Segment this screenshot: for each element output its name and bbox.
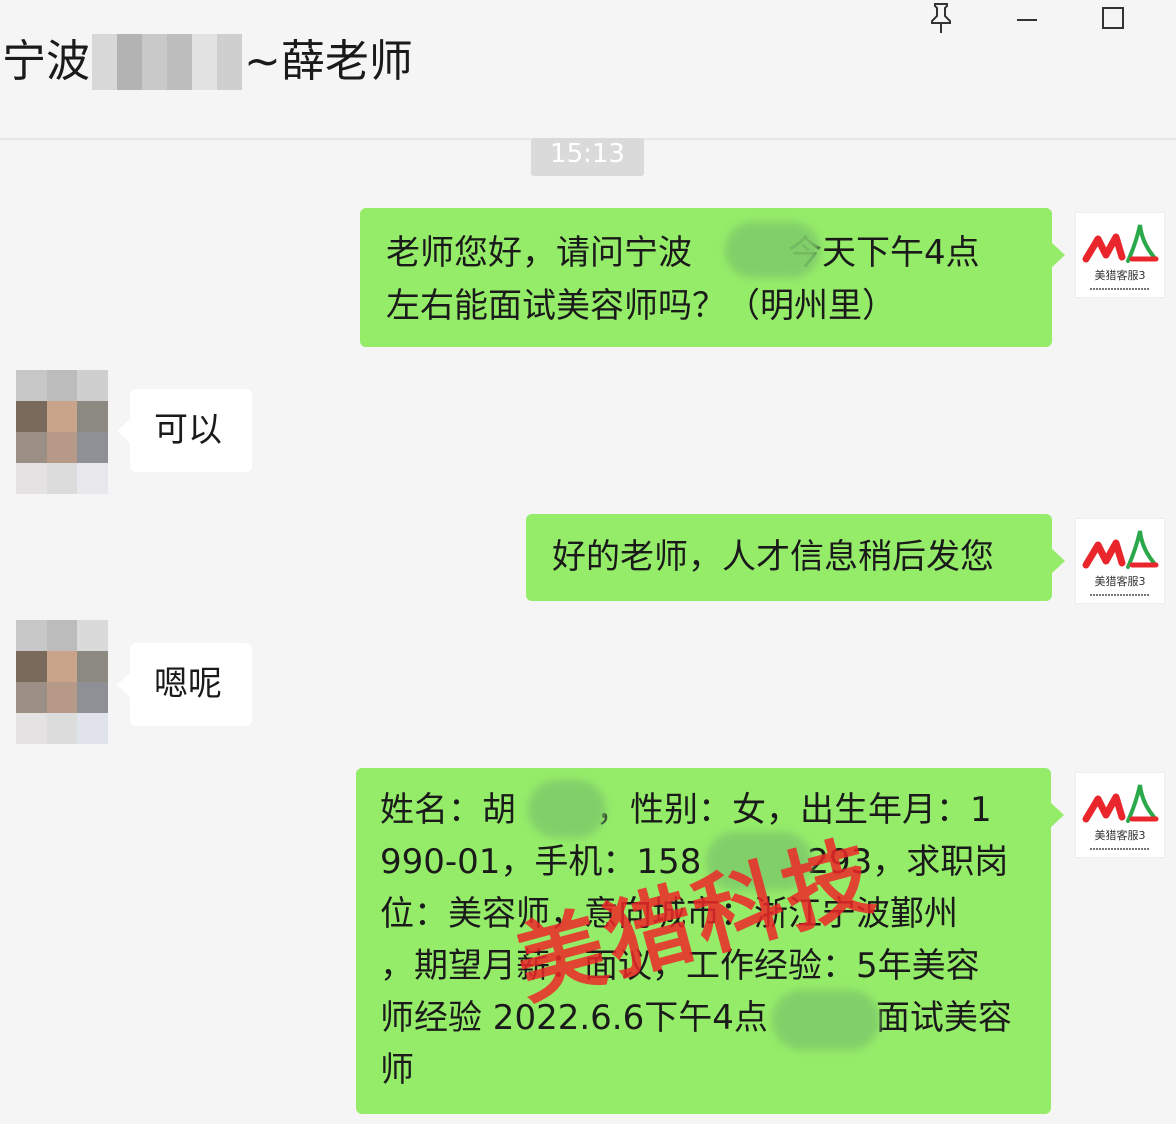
logo-caption: 美猎客服3 (1095, 268, 1146, 282)
maximize-icon[interactable] (1088, 0, 1138, 36)
redaction-blur (772, 990, 880, 1050)
redaction-blur (725, 222, 820, 278)
sender-avatar[interactable] (16, 370, 108, 494)
message-text: 嗯呢 (154, 664, 222, 704)
chat-header: 宁波 ~薛老师 (0, 0, 1176, 140)
redacted-mosaic (92, 34, 242, 90)
pin-icon[interactable] (916, 0, 966, 36)
contact-avatar-logo[interactable]: 美猎客服3 (1075, 772, 1165, 858)
message-bubble-outgoing[interactable]: 老师您好，请问宁波 今天下午4点 左右能面试美容师吗？（明州里） (360, 208, 1065, 347)
message-timestamp: 15:13 (531, 138, 644, 176)
contact-avatar-logo[interactable]: 美猎客服3 (1075, 212, 1165, 298)
message-bubble-outgoing[interactable]: 姓名：胡 ，性别：女，出生年月：1 990-01，手机：158 293，求职岗 位：… (356, 768, 1064, 1114)
message-text: 师 (380, 1050, 414, 1090)
message-bubble-outgoing[interactable]: 好的老师，人才信息稍后发您 (526, 514, 1065, 601)
message-text: 老师您好，请问宁波 今天下午4点 (386, 233, 980, 273)
message-text: 可以 (154, 410, 222, 450)
message-text: 位：美容师，意向城市：浙江宁波鄞州 (380, 894, 958, 934)
minimize-icon[interactable] (1002, 0, 1052, 36)
message-text: ，期望月薪：面议，工作经验：5年美容 (380, 946, 980, 986)
redaction-blur (706, 832, 812, 890)
logo-caption: 美猎客服3 (1095, 828, 1146, 842)
message-text: 师经验 2022.6.6下午4点 面试美容 (380, 998, 1012, 1038)
sender-avatar[interactable] (16, 620, 108, 744)
contact-avatar-logo[interactable]: 美猎客服3 (1075, 518, 1165, 604)
logo-caption: 美猎客服3 (1095, 574, 1146, 588)
message-bubble-incoming[interactable]: 嗯呢 (117, 643, 252, 726)
redaction-blur (528, 780, 606, 838)
chat-title-prefix: 宁波 (2, 36, 90, 87)
message-text: 好的老师，人才信息稍后发您 (552, 537, 994, 577)
chat-title-suffix: ~薛老师 (244, 36, 413, 87)
message-bubble-incoming[interactable]: 可以 (117, 389, 252, 472)
message-text: 姓名：胡 ，性别：女，出生年月：1 (380, 790, 992, 830)
message-text: 左右能面试美容师吗？（明州里） (386, 286, 896, 326)
chat-title[interactable]: 宁波 ~薛老师 (2, 32, 413, 92)
